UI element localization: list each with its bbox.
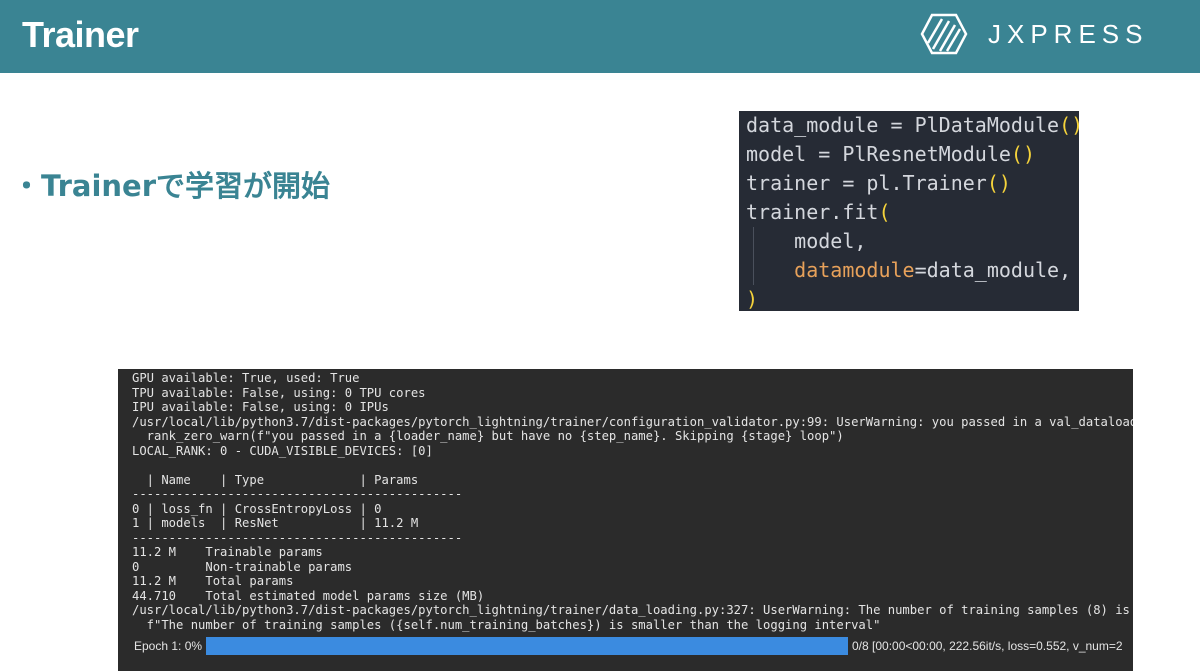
progress-status: 0/8 [00:00<00:00, 222.56it/s, loss=0.552… bbox=[852, 639, 1123, 653]
logo-wordmark: JXPRESS bbox=[988, 18, 1149, 49]
code-line: model = PlResnetModule() bbox=[746, 140, 1035, 169]
code-keyword-arg: datamodule bbox=[746, 258, 915, 282]
code-paren: () bbox=[1010, 142, 1035, 166]
terminal-line: /usr/local/lib/python3.7/dist-packages/p… bbox=[132, 603, 1133, 617]
terminal-line: TPU available: False, using: 0 TPU cores bbox=[132, 385, 426, 400]
terminal-line: 44.710 Total estimated model params size… bbox=[132, 588, 485, 603]
terminal-line: IPU available: False, using: 0 IPUs bbox=[132, 400, 389, 414]
progress-bar bbox=[206, 637, 848, 655]
terminal-line: ----------------------------------------… bbox=[132, 487, 463, 501]
terminal-line: | Name | Type | Params bbox=[132, 472, 419, 487]
terminal-output: GPU available: True, used: True TPU avai… bbox=[118, 369, 1133, 671]
code-paren: () bbox=[986, 171, 1011, 195]
code-text: trainer = pl.Trainer bbox=[746, 171, 987, 195]
slide-header: Trainer JXPRESS bbox=[0, 0, 1200, 73]
code-text: data_module = PlDataModule bbox=[746, 113, 1060, 137]
code-paren: () bbox=[1059, 113, 1079, 137]
code-text: model = PlResnetModule bbox=[746, 142, 1011, 166]
code-paren: ( bbox=[878, 200, 891, 224]
terminal-line: 11.2 M Trainable params bbox=[132, 545, 323, 559]
company-logo: JXPRESS bbox=[920, 12, 1149, 56]
terminal-line: GPU available: True, used: True bbox=[132, 371, 360, 385]
progress-label: Epoch 1: 0% bbox=[134, 639, 203, 653]
terminal-line: f"The number of training samples ({self.… bbox=[132, 617, 881, 632]
bullet-point: ・Trainerで学習が開始 bbox=[12, 169, 331, 203]
terminal-line: LOCAL_RANK: 0 - CUDA_VISIBLE_DEVICES: [0… bbox=[132, 443, 433, 458]
code-text: model, bbox=[746, 229, 867, 253]
code-line: trainer.fit( bbox=[746, 198, 891, 227]
code-snippet: data_module = PlDataModule() model = PlR… bbox=[739, 111, 1079, 311]
code-line: model, bbox=[746, 227, 866, 256]
code-text: =data_module, bbox=[914, 258, 1072, 282]
code-line: datamodule=data_module, bbox=[746, 256, 1071, 285]
code-line: trainer = pl.Trainer() bbox=[746, 169, 1011, 198]
terminal-line: rank_zero_warn(f"you passed in a {loader… bbox=[132, 429, 844, 443]
slide-title: Trainer bbox=[22, 14, 139, 55]
terminal-line: 11.2 M Total params bbox=[132, 574, 294, 588]
code-text: trainer.fit bbox=[746, 200, 879, 224]
code-paren: ) bbox=[746, 287, 759, 311]
code-line: ) bbox=[746, 285, 758, 311]
code-line: data_module = PlDataModule() bbox=[746, 111, 1079, 140]
terminal-line: 0 Non-trainable params bbox=[132, 559, 353, 574]
terminal-line: 1 | models | ResNet | 11.2 M bbox=[132, 516, 419, 530]
terminal-line: /usr/local/lib/python3.7/dist-packages/p… bbox=[132, 414, 1133, 429]
jxpress-logo-icon bbox=[920, 13, 968, 55]
terminal-line: 0 | loss_fn | CrossEntropyLoss | 0 bbox=[132, 501, 382, 516]
terminal-line: ----------------------------------------… bbox=[132, 530, 463, 545]
